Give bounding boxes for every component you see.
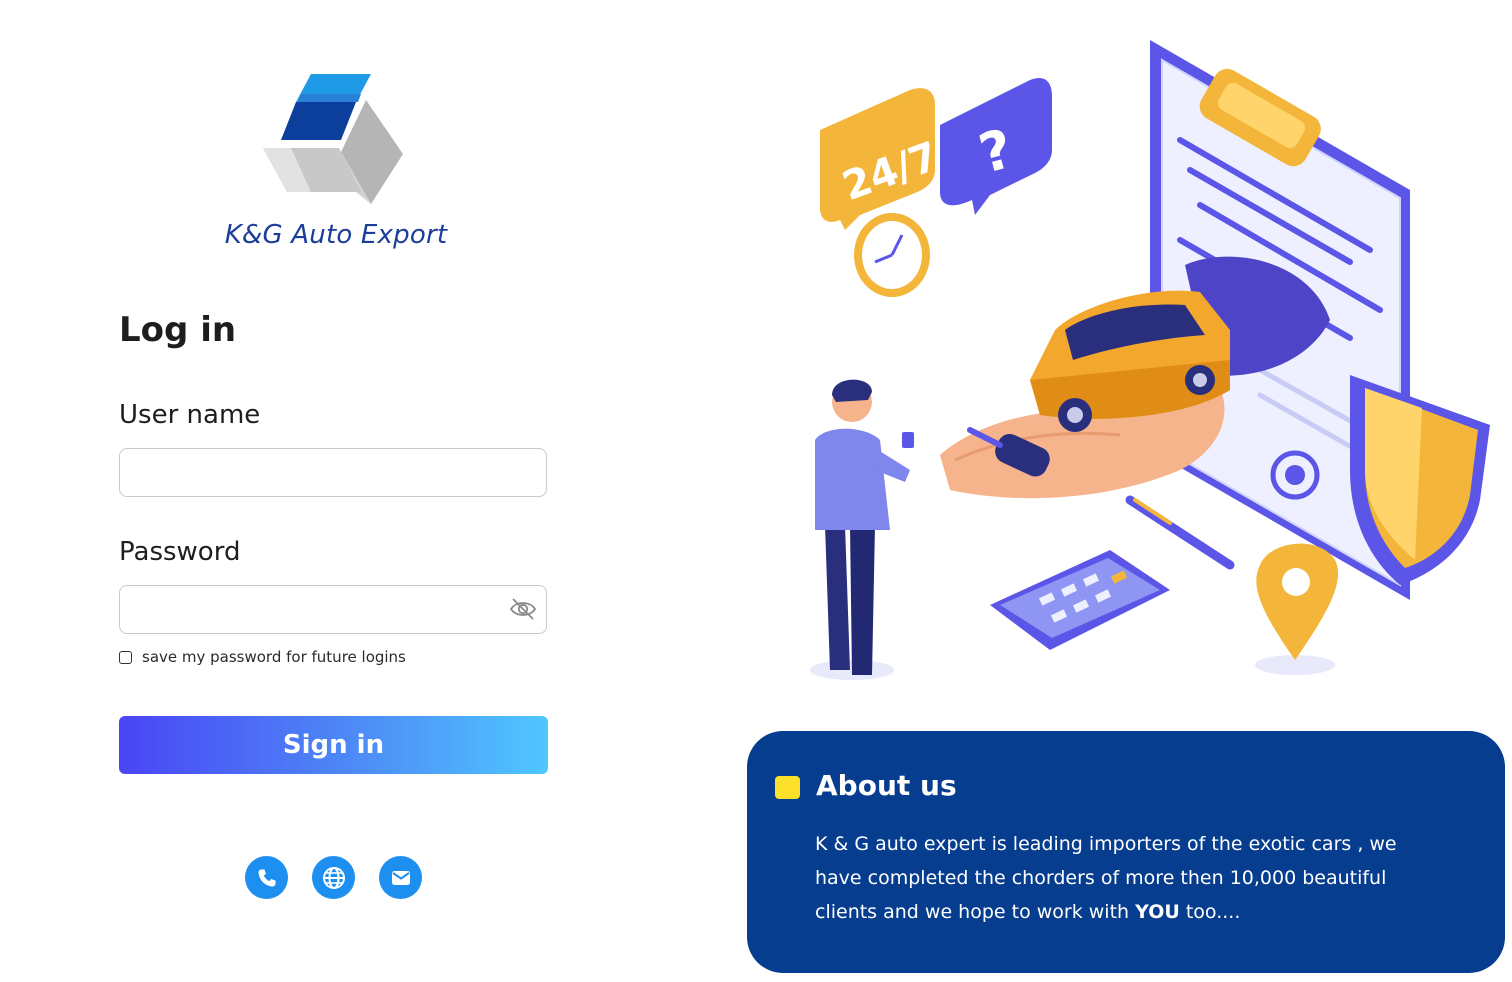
save-password-label: save my password for future logins bbox=[142, 648, 406, 666]
password-label: Password bbox=[119, 537, 241, 567]
globe-icon[interactable] bbox=[312, 856, 355, 899]
about-text: K & G auto expert is leading importers o… bbox=[815, 827, 1415, 929]
cube-logo-icon bbox=[263, 74, 403, 204]
about-text-main: K & G auto expert is leading importers o… bbox=[815, 833, 1397, 923]
phone-icon[interactable] bbox=[245, 856, 288, 899]
username-label: User name bbox=[119, 400, 261, 430]
about-text-bold: YOU bbox=[1135, 901, 1180, 923]
mail-icon[interactable] bbox=[379, 856, 422, 899]
car-purchase-illustration: 24/7 ? bbox=[810, 40, 1490, 680]
about-bullet bbox=[775, 776, 800, 799]
about-title: About us bbox=[816, 769, 957, 802]
brand-logo: K&G Auto Export bbox=[220, 72, 452, 250]
login-page: K&G Auto Export Log in User name Passwor… bbox=[0, 0, 1512, 982]
save-password-row[interactable]: save my password for future logins bbox=[119, 648, 406, 666]
save-password-checkbox[interactable] bbox=[119, 650, 132, 664]
about-card: About us K & G auto expert is leading im… bbox=[747, 731, 1505, 973]
about-text-end: too.... bbox=[1179, 901, 1241, 923]
contact-icons bbox=[245, 856, 422, 899]
password-input[interactable] bbox=[119, 585, 547, 634]
brand-name: K&G Auto Export bbox=[224, 220, 448, 250]
signin-button[interactable]: Sign in bbox=[119, 716, 548, 774]
username-input[interactable] bbox=[119, 448, 547, 497]
eye-slash-icon[interactable] bbox=[509, 596, 537, 622]
login-title: Log in bbox=[119, 310, 237, 350]
